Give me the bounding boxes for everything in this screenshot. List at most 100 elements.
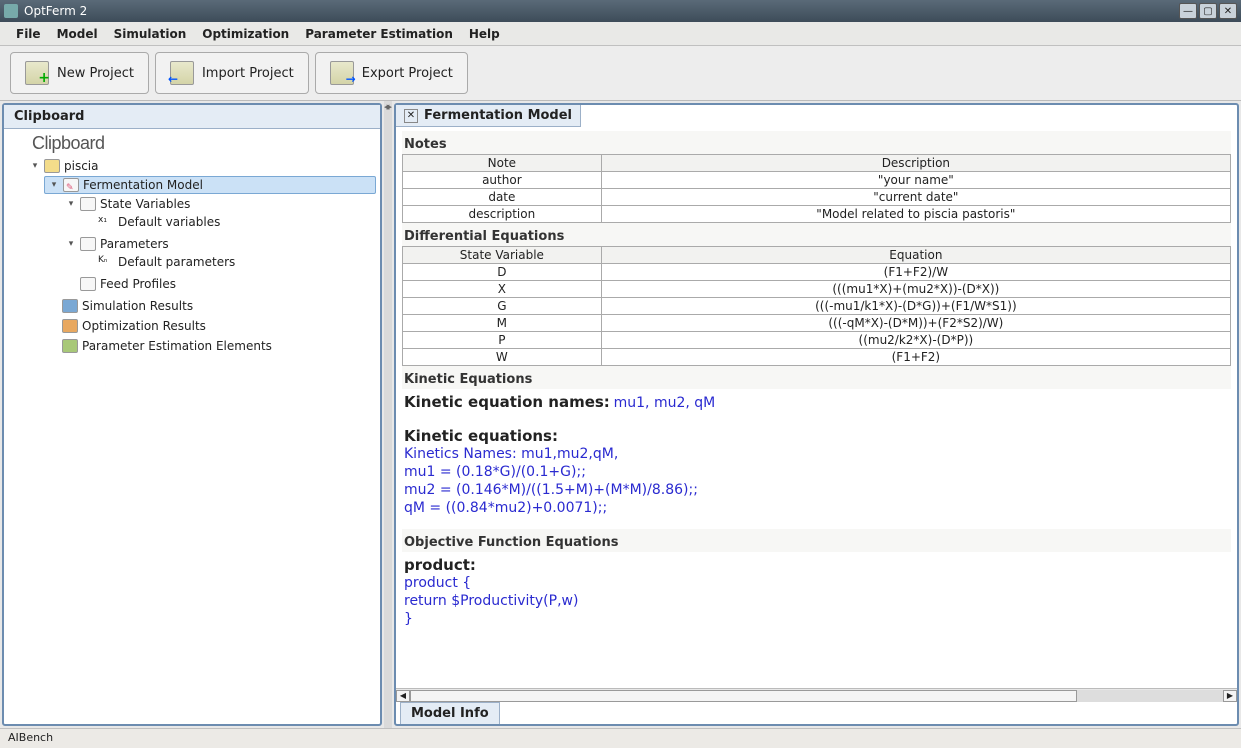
splitter[interactable] [384,101,392,728]
horizontal-scrollbar[interactable]: ◀ ▶ [396,688,1237,702]
menu-simulation[interactable]: Simulation [106,24,195,44]
table-row: M(((-qM*X)-(D*M))+(F2*S2)/W) [403,315,1231,332]
model-panel: ✕ Fermentation Model Notes Note Descript… [394,103,1239,726]
window-title: OptFerm 2 [24,4,1179,18]
diffeq-header-eq: Equation [601,247,1230,264]
model-content[interactable]: Notes Note Description author"your name"… [396,127,1237,688]
table-row: description"Model related to piscia past… [403,206,1231,223]
new-project-icon [25,61,49,85]
kinetic-line: mu2 = (0.146*M)/((1.5+M)+(M*M)/8.86);; [404,481,1229,499]
import-project-label: Import Project [202,66,294,81]
expander-icon[interactable]: ▾ [30,161,40,171]
tree-node-default-parameters[interactable]: Kₙ Default parameters [80,254,376,270]
simulation-icon [62,299,78,313]
status-text: AIBench [8,731,53,744]
scroll-left-icon[interactable]: ◀ [396,690,410,702]
variables-icon: x₁ [98,215,114,229]
status-bar: AIBench [0,728,1241,748]
kinetic-line: qM = ((0.84*mu2)+0.0071);; [404,499,1229,517]
folder-icon [44,159,60,173]
model-tab[interactable]: ✕ Fermentation Model [396,105,581,127]
export-project-button[interactable]: Export Project [315,52,468,94]
notes-header-description: Description [601,155,1230,172]
diffeq-section-title: Differential Equations [402,223,1231,246]
document-icon [80,197,96,211]
notes-section-title: Notes [402,131,1231,154]
notes-table: Note Description author"your name" date"… [402,154,1231,223]
tree-node-state-variables[interactable]: ▾ State Variables [62,196,376,212]
tree-node-fermentation-model[interactable]: ▾ Fermentation Model [44,176,376,194]
minimize-button[interactable]: — [1179,3,1197,19]
tree-node-parameter-estimation[interactable]: Parameter Estimation Elements [44,338,376,354]
optimization-icon [62,319,78,333]
clipboard-tab[interactable]: Clipboard [4,105,380,129]
tree-label: State Variables [100,197,190,211]
objective-line: return $Productivity(P,w) [404,592,1229,610]
table-row: W(F1+F2) [403,349,1231,366]
export-project-label: Export Project [362,66,453,81]
kinetic-line: Kinetics Names: mu1,mu2,qM, [404,445,1229,463]
document-icon [80,237,96,251]
tree-node-optimization-results[interactable]: Optimization Results [44,318,376,334]
maximize-button[interactable]: ▢ [1199,3,1217,19]
tree-label: Fermentation Model [83,178,203,192]
tree-node-default-variables[interactable]: x₁ Default variables [80,214,376,230]
kinetic-eq-label: Kinetic equations: [404,427,1229,445]
menu-help[interactable]: Help [461,24,508,44]
new-project-label: New Project [57,66,134,81]
menu-optimization[interactable]: Optimization [194,24,297,44]
expander-icon[interactable]: ▾ [66,199,76,209]
kinetic-names: mu1, mu2, qM [614,395,716,411]
table-header-row: State Variable Equation [403,247,1231,264]
parameter-estimation-icon [62,339,78,353]
menu-file[interactable]: File [8,24,49,44]
export-project-icon [330,61,354,85]
import-project-button[interactable]: Import Project [155,52,309,94]
tree-label: Default variables [118,215,220,229]
menu-parameter-estimation[interactable]: Parameter Estimation [297,24,461,44]
clipboard-panel: Clipboard Clipboard ▾ piscia ▾ [2,103,382,726]
title-bar: OptFerm 2 — ▢ ✕ [0,0,1241,22]
diffeq-header-var: State Variable [403,247,602,264]
expander-icon[interactable]: ▾ [49,180,59,190]
objective-line: } [404,610,1229,628]
tree-node-piscia[interactable]: ▾ piscia [26,158,376,174]
objective-product-label: product: [404,556,1229,574]
kinetic-line: mu1 = (0.18*G)/(0.1+G);; [404,463,1229,481]
table-row: X(((mu1*X)+(mu2*X))-(D*X)) [403,281,1231,298]
table-row: D(F1+F2)/W [403,264,1231,281]
close-button[interactable]: ✕ [1219,3,1237,19]
menu-model[interactable]: Model [49,24,106,44]
app-icon [4,4,18,18]
expander-icon[interactable]: ▾ [66,239,76,249]
table-header-row: Note Description [403,155,1231,172]
tree-node-simulation-results[interactable]: Simulation Results [44,298,376,314]
scroll-right-icon[interactable]: ▶ [1223,690,1237,702]
tree-label: Optimization Results [82,319,206,333]
tree-label: Parameter Estimation Elements [82,339,272,353]
objective-line: product { [404,574,1229,592]
import-project-icon [170,61,194,85]
tree-label: Default parameters [118,255,235,269]
scroll-track[interactable] [410,690,1223,702]
tree-label: Parameters [100,237,169,251]
project-tree[interactable]: ▾ piscia ▾ Fermentation Model [4,156,380,724]
parameters-icon: Kₙ [98,255,114,269]
scroll-thumb[interactable] [410,690,1077,702]
model-tab-label: Fermentation Model [424,108,572,123]
toolbar: New Project Import Project Export Projec… [0,46,1241,101]
objective-section-title: Objective Function Equations [402,529,1231,552]
clipboard-heading: Clipboard [4,129,380,156]
table-row: G(((-mu1/k1*X)-(D*G))+(F1/W*S1)) [403,298,1231,315]
table-row: P((mu2/k2*X)-(D*P)) [403,332,1231,349]
document-icon [80,277,96,291]
new-project-button[interactable]: New Project [10,52,149,94]
document-edit-icon [63,178,79,192]
tree-node-feed-profiles[interactable]: Feed Profiles [62,276,376,292]
close-tab-icon[interactable]: ✕ [404,109,418,123]
tree-label: Feed Profiles [100,277,176,291]
table-row: author"your name" [403,172,1231,189]
tree-label: Simulation Results [82,299,193,313]
model-info-tab[interactable]: Model Info [400,702,500,724]
tree-node-parameters[interactable]: ▾ Parameters [62,236,376,252]
